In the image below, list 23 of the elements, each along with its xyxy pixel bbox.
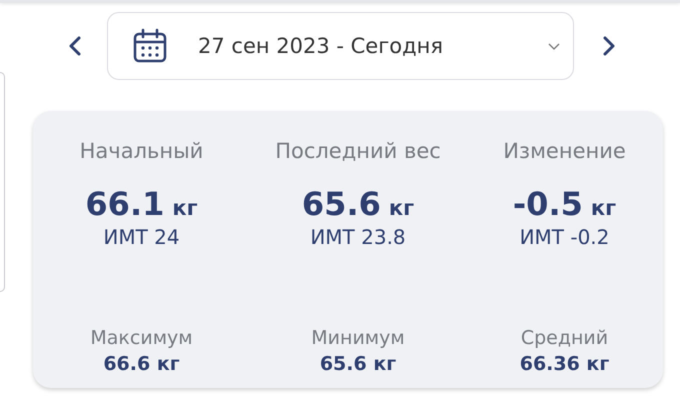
stat-value: 65.6 кг	[320, 353, 396, 375]
stat-label: Максимум	[90, 327, 193, 349]
bmi-value: ИМТ -0.2	[520, 225, 610, 249]
weight-value: 65.6	[302, 185, 381, 223]
stat-label: Минимум	[311, 327, 405, 349]
stat-label: Последний вес	[275, 139, 441, 163]
caret-icon	[547, 41, 561, 51]
stat-value: 66.6 кг	[103, 353, 180, 375]
date-range-dropdown[interactable]: 27 сен 2023 - Сегодня	[107, 12, 574, 80]
weight-unit: кг	[388, 196, 414, 220]
weight-value: 66.1	[85, 185, 164, 223]
stat-label: Начальный	[80, 139, 204, 163]
chevron-left-icon	[68, 36, 82, 56]
weight-unit: кг	[590, 196, 616, 220]
chevron-right-icon	[602, 36, 616, 56]
bmi-value: ИМТ 24	[103, 225, 180, 249]
weight-value: -0.5	[512, 185, 583, 223]
stat-value: 66.36 кг	[520, 353, 610, 375]
stat-label: Изменение	[503, 139, 626, 163]
weight-unit: кг	[172, 196, 198, 220]
calendar-icon	[132, 28, 168, 64]
bmi-value: ИМТ 23.8	[310, 225, 406, 249]
stat-label: Средний	[520, 327, 608, 349]
